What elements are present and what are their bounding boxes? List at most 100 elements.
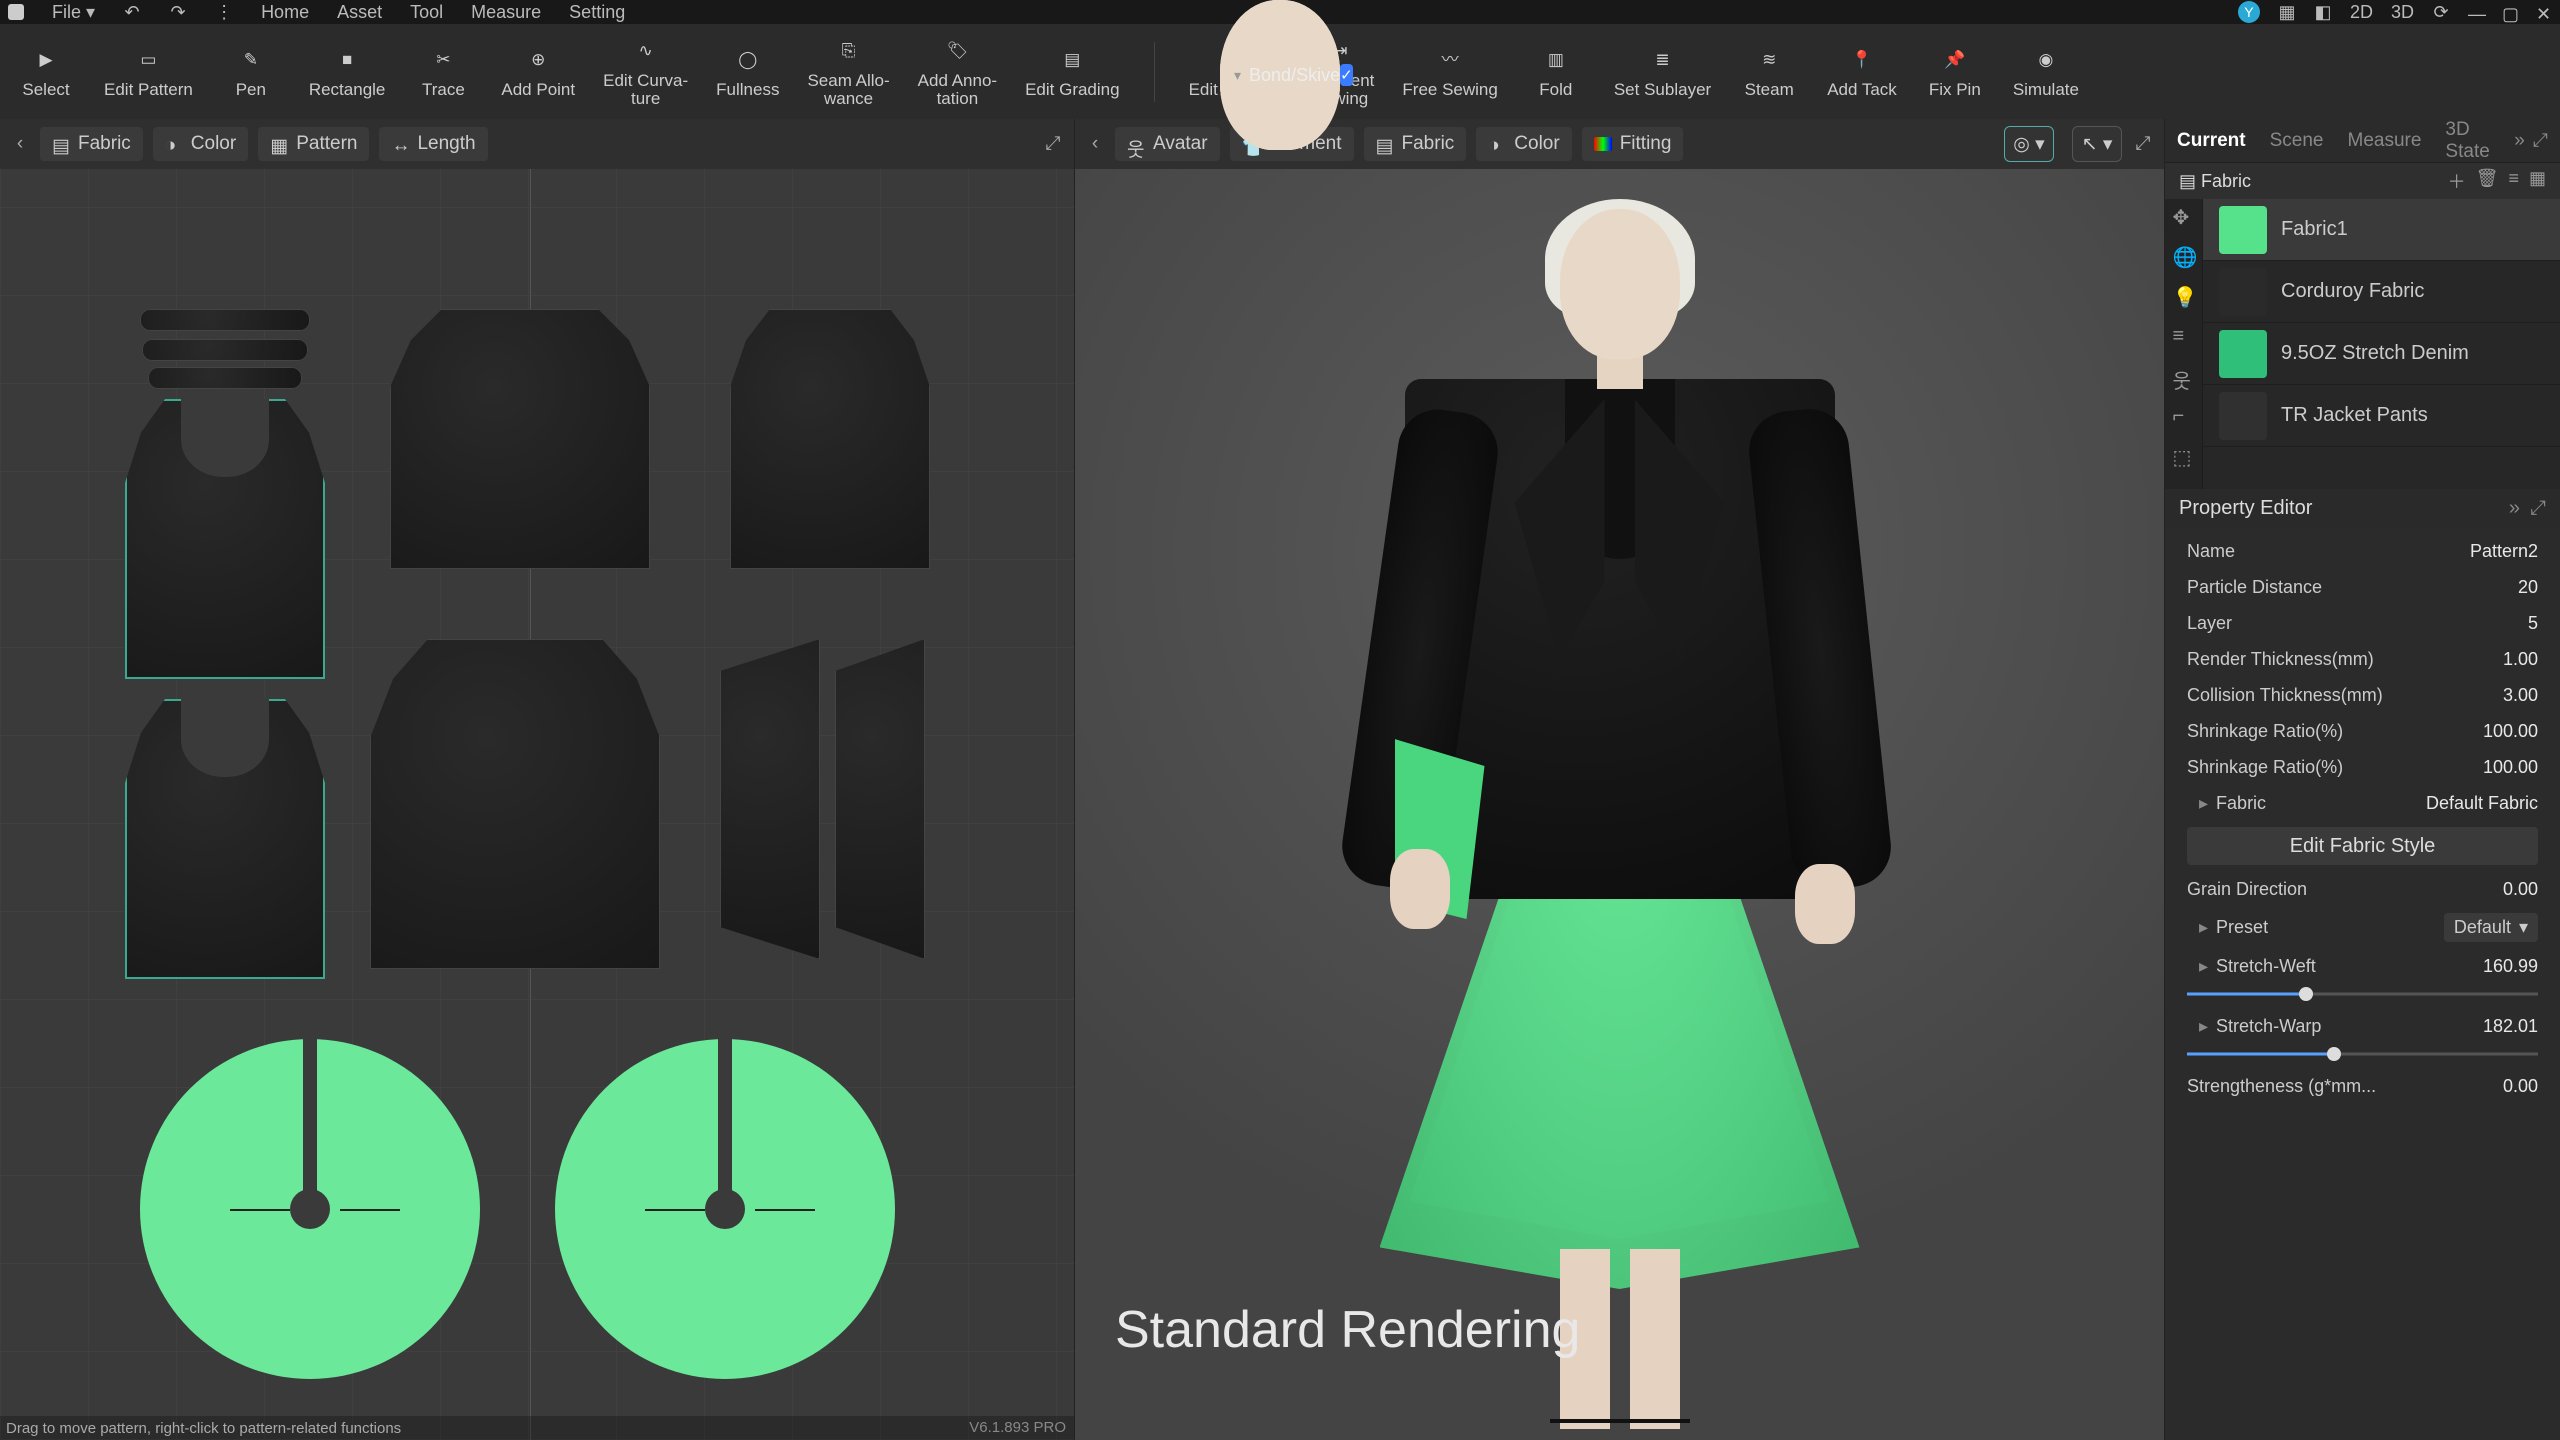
tool-steam[interactable]: ≋Steam xyxy=(1739,45,1799,99)
menu-measure[interactable]: Measure xyxy=(471,2,541,23)
stretch-warp-value[interactable]: 182.01 xyxy=(2483,1016,2538,1037)
prop-value[interactable]: 100.00 xyxy=(2483,757,2538,778)
pattern-piece[interactable] xyxy=(125,699,325,979)
fabric-row[interactable]: Corduroy Fabric xyxy=(2203,261,2560,323)
chip-avatar[interactable]: 웃Avatar xyxy=(1115,127,1220,161)
stretch-weft-value[interactable]: 160.99 xyxy=(2483,956,2538,977)
tab-scene[interactable]: Scene xyxy=(2270,130,2324,152)
menu-asset[interactable]: Asset xyxy=(337,2,382,23)
tab-3dstate[interactable]: 3D State xyxy=(2445,119,2490,163)
list-view-icon[interactable]: ≡ xyxy=(2508,168,2519,194)
light-icon[interactable]: 💡 xyxy=(2173,285,2195,307)
chip-fabric-3d[interactable]: ▤Fabric xyxy=(1364,127,1467,161)
bracket-icon[interactable]: ⌐ xyxy=(2173,405,2195,427)
prop-value[interactable]: 1.00 xyxy=(2503,649,2538,670)
grain-value[interactable]: 0.00 xyxy=(2503,879,2538,900)
window-maximize[interactable]: ▢ xyxy=(2502,4,2518,20)
pattern-piece[interactable] xyxy=(835,639,925,959)
prop-value[interactable]: 100.00 xyxy=(2483,721,2538,742)
redo-icon[interactable]: ↷ xyxy=(169,3,187,21)
fabric-row[interactable]: 9.5OZ Stretch Denim xyxy=(2203,323,2560,385)
expand-3d-icon[interactable]: ⤢ xyxy=(2132,133,2154,155)
expand-2d-icon[interactable]: ⤢ xyxy=(1042,133,1064,155)
user-icon[interactable]: 웃 xyxy=(2173,365,2195,387)
pattern-piece[interactable] xyxy=(142,339,308,361)
menu-file[interactable]: File ▾ xyxy=(52,2,95,23)
prop-more-icon[interactable]: » xyxy=(2509,497,2520,520)
menu-tool[interactable]: Tool xyxy=(410,2,443,23)
prop-value[interactable]: 5 xyxy=(2528,613,2538,634)
tool-edit-pattern[interactable]: ▭Edit Pattern xyxy=(104,45,193,99)
split-icon[interactable]: ◧ xyxy=(2314,3,2332,21)
canvas-2d[interactable]: Drag to move pattern, right-click to pat… xyxy=(0,169,1074,1440)
menu-setting[interactable]: Setting xyxy=(569,2,625,23)
tool-fullness[interactable]: ◯Fullness xyxy=(716,45,779,99)
cube-icon[interactable]: ⬚ xyxy=(2173,445,2195,467)
edit-fabric-style-button[interactable]: Edit Fabric Style xyxy=(2187,827,2538,865)
strength-value[interactable]: 0.00 xyxy=(2503,1076,2538,1097)
chevron-icon[interactable]: ▸ xyxy=(2199,917,2208,938)
chevron-icon[interactable]: ▸ xyxy=(2199,1016,2208,1037)
tool-add-point[interactable]: ⊕Add Point xyxy=(501,45,575,99)
tool-select[interactable]: ▶Select xyxy=(16,45,76,99)
preset-select[interactable]: Default▾ xyxy=(2444,913,2538,942)
globe-icon[interactable]: 🌐 xyxy=(2173,245,2195,267)
more-icon[interactable]: ⋮ xyxy=(215,3,233,21)
stretch-warp-slider[interactable] xyxy=(2187,1044,2538,1064)
tool-seam-allowance[interactable]: ⎘Seam Allo-wance xyxy=(807,36,889,108)
tool-add-annotation[interactable]: 🏷Add Anno-tation xyxy=(918,36,997,108)
window-minimize[interactable]: — xyxy=(2468,4,2484,20)
tool-rectangle[interactable]: ■Rectangle xyxy=(309,45,386,99)
pattern-skirt-circle[interactable] xyxy=(140,1039,480,1379)
prop-name-value[interactable]: Pattern2 xyxy=(2470,541,2538,562)
fabric-row[interactable]: TR Jacket Pants xyxy=(2203,385,2560,447)
chip-fitting[interactable]: Fitting xyxy=(1582,127,1684,161)
tool-edit-curvature[interactable]: ∿Edit Curva-ture xyxy=(603,36,688,108)
subbar-3d-prev[interactable]: ‹ xyxy=(1085,133,1105,155)
prop-expand-icon[interactable]: ⤢ xyxy=(2530,497,2546,520)
tool-trace[interactable]: ✂Trace xyxy=(413,45,473,99)
tool-simulate[interactable]: ◉Simulate xyxy=(2013,45,2079,99)
user-avatar[interactable]: Y xyxy=(2238,1,2260,23)
pattern-piece[interactable] xyxy=(140,309,310,331)
menu-home[interactable]: Home xyxy=(261,2,309,23)
pattern-piece[interactable] xyxy=(125,399,325,679)
tool-fold[interactable]: ▥Fold xyxy=(1526,45,1586,99)
chip-color-3d[interactable]: ◑Color xyxy=(1476,127,1571,161)
refresh-icon[interactable]: ⟳ xyxy=(2432,3,2450,21)
tab-measure[interactable]: Measure xyxy=(2348,130,2422,152)
chip-pattern[interactable]: ▦Pattern xyxy=(258,127,369,161)
move-icon[interactable]: ✥ xyxy=(2173,205,2195,227)
fabric-row[interactable]: Fabric1 xyxy=(2203,199,2560,261)
tool-fix-pin[interactable]: 📌Fix Pin xyxy=(1925,45,1985,99)
tool-free-sewing[interactable]: 〰Free Sewing xyxy=(1402,45,1497,99)
tool-pen[interactable]: ✎Pen xyxy=(221,45,281,99)
grid-view-icon[interactable]: ▦ xyxy=(2529,168,2546,194)
chevron-icon[interactable]: ▸ xyxy=(2199,793,2208,814)
tab-current[interactable]: Current xyxy=(2177,130,2246,152)
ruler-icon[interactable]: ≡ xyxy=(2173,325,2195,347)
pattern-piece[interactable] xyxy=(148,367,302,389)
pattern-piece[interactable] xyxy=(390,309,650,569)
delete-fabric-icon[interactable]: 🗑 xyxy=(2476,168,2499,194)
layout-icon[interactable]: ▦ xyxy=(2278,3,2296,21)
pattern-piece[interactable] xyxy=(730,309,930,569)
pattern-piece[interactable] xyxy=(370,639,660,969)
chip-fabric[interactable]: ▤Fabric xyxy=(40,127,143,161)
stretch-weft-slider[interactable] xyxy=(2187,984,2538,1004)
camera-mode-button[interactable]: ◎ ▾ xyxy=(2004,126,2054,162)
tabs-expand-icon[interactable]: ⤢ xyxy=(2533,130,2548,152)
add-fabric-icon[interactable]: ＋ xyxy=(2448,168,2466,194)
chevron-icon[interactable]: ▸ xyxy=(2199,956,2208,977)
subbar-2d-prev[interactable]: ‹ xyxy=(10,133,30,155)
tool-set-sublayer[interactable]: ≣Set Sublayer xyxy=(1614,45,1711,99)
view-2d[interactable]: 2D xyxy=(2350,2,2373,23)
fabric-value[interactable]: Default Fabric xyxy=(2426,793,2538,814)
pattern-piece[interactable] xyxy=(720,639,820,959)
undo-icon[interactable]: ↶ xyxy=(123,3,141,21)
chip-color[interactable]: ◑Color xyxy=(153,127,248,161)
pattern-skirt-circle[interactable] xyxy=(555,1039,895,1379)
prop-value[interactable]: 3.00 xyxy=(2503,685,2538,706)
viewport-3d[interactable]: Standard Rendering xyxy=(1075,169,2164,1440)
prop-value[interactable]: 20 xyxy=(2518,577,2538,598)
